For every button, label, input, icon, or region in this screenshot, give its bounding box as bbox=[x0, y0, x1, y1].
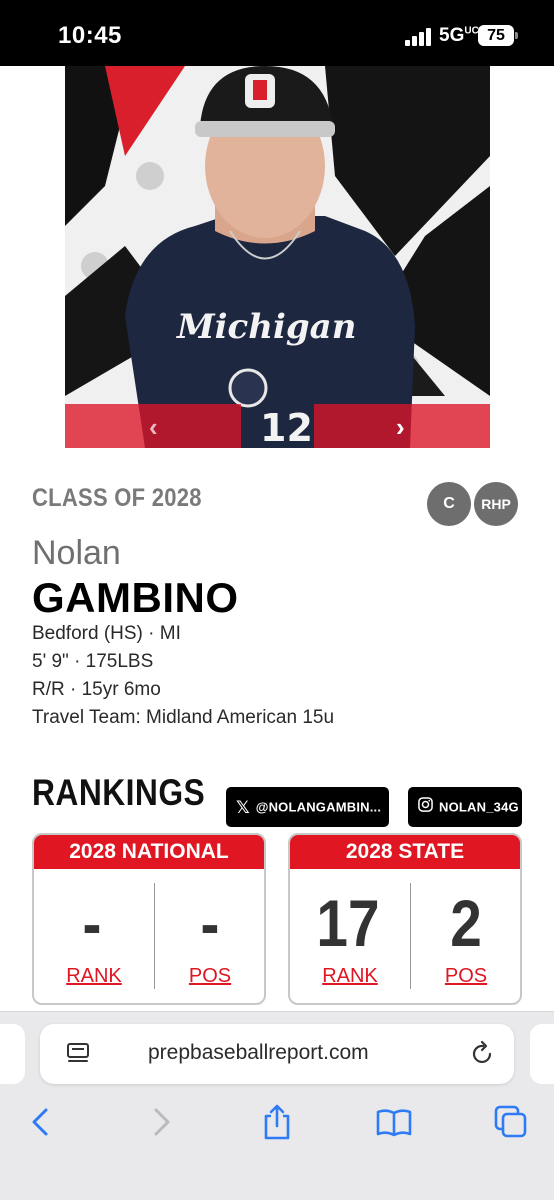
back-button[interactable] bbox=[22, 1102, 62, 1142]
browser-toolbar: prepbaseballreport.com bbox=[0, 1011, 554, 1200]
state-rank-value: 17 bbox=[316, 886, 380, 960]
position-badge-rhp: RHP bbox=[474, 482, 518, 526]
national-rank-value: - bbox=[82, 886, 102, 960]
book-icon bbox=[376, 1109, 412, 1137]
instagram-social-button[interactable]: NOLAN_34G bbox=[408, 787, 522, 827]
state-pos-link[interactable]: POS bbox=[408, 965, 520, 988]
state-pos-value: 2 bbox=[450, 886, 482, 960]
photo-prev-button[interactable]: ‹ bbox=[65, 404, 241, 448]
bookmarks-button[interactable] bbox=[374, 1102, 414, 1142]
share-button[interactable] bbox=[257, 1102, 297, 1142]
national-pos-link[interactable]: POS bbox=[152, 965, 264, 988]
forward-button[interactable] bbox=[140, 1102, 180, 1142]
national-ranking-title: 2028 NATIONAL bbox=[34, 835, 264, 869]
class-of-label: CLASS OF 2028 bbox=[32, 484, 202, 512]
address-bar[interactable]: prepbaseballreport.com bbox=[40, 1024, 514, 1084]
position-badge-c: C bbox=[427, 482, 471, 526]
chevron-left-icon bbox=[32, 1108, 48, 1136]
player-photo: Michigan 12 bbox=[65, 66, 490, 448]
next-tab-peek[interactable] bbox=[530, 1024, 554, 1084]
player-size: 5' 9" · 175LBS bbox=[32, 651, 154, 672]
instagram-icon bbox=[418, 788, 433, 827]
x-logo-icon: 𝕏 bbox=[236, 797, 250, 817]
chevron-left-icon: ‹ bbox=[149, 412, 158, 442]
svg-text:12: 12 bbox=[260, 406, 313, 448]
instagram-handle: NOLAN_34G bbox=[439, 799, 519, 815]
state-rank-link[interactable]: RANK bbox=[292, 965, 408, 988]
rankings-title: RANKINGS bbox=[32, 772, 206, 813]
player-travel-team: Travel Team: Midland American 15u bbox=[32, 707, 335, 728]
previous-tab-peek[interactable] bbox=[0, 1024, 25, 1084]
battery-icon: 75 bbox=[478, 25, 514, 46]
player-first-name: Nolan bbox=[32, 534, 121, 572]
svg-text:Michigan: Michigan bbox=[176, 307, 356, 347]
state-ranking-card: 2028 STATE 17 2 RANK POS bbox=[288, 833, 522, 1005]
url-text: prepbaseballreport.com bbox=[148, 1041, 369, 1064]
player-bats-age: R/R · 15yr 6mo bbox=[32, 679, 161, 700]
player-last-name: GAMBINO bbox=[32, 574, 239, 621]
status-bar: 10:45 5GUC 75 bbox=[0, 0, 554, 66]
photo-next-button[interactable]: › bbox=[314, 404, 490, 448]
x-handle: @NOLANGAMBIN... bbox=[255, 799, 382, 815]
player-photo-carousel: Michigan 12 ‹ › bbox=[65, 66, 490, 448]
tabs-button[interactable] bbox=[491, 1102, 531, 1142]
tabs-icon bbox=[494, 1105, 527, 1138]
player-school: Bedford (HS) · MI bbox=[32, 623, 181, 644]
network-type: 5GUC bbox=[439, 25, 479, 46]
cellular-signal-icon bbox=[405, 28, 431, 46]
battery-nub bbox=[515, 32, 518, 39]
chevron-right-icon: › bbox=[396, 412, 405, 442]
national-rank-link[interactable]: RANK bbox=[36, 965, 152, 988]
national-pos-value: - bbox=[200, 886, 220, 960]
state-ranking-title: 2028 STATE bbox=[290, 835, 520, 869]
reload-icon[interactable] bbox=[470, 1040, 496, 1073]
player-profile-page: Michigan 12 ‹ › CLASS OF 2028 C RHP Nola… bbox=[0, 66, 554, 1011]
share-icon bbox=[264, 1104, 290, 1140]
x-social-button[interactable]: 𝕏 @NOLANGAMBIN... bbox=[226, 787, 389, 827]
chevron-right-icon bbox=[154, 1108, 170, 1136]
national-ranking-card: 2028 NATIONAL - - RANK POS bbox=[32, 833, 266, 1005]
page-menu-icon[interactable] bbox=[66, 1043, 90, 1070]
status-time: 10:45 bbox=[58, 22, 122, 49]
